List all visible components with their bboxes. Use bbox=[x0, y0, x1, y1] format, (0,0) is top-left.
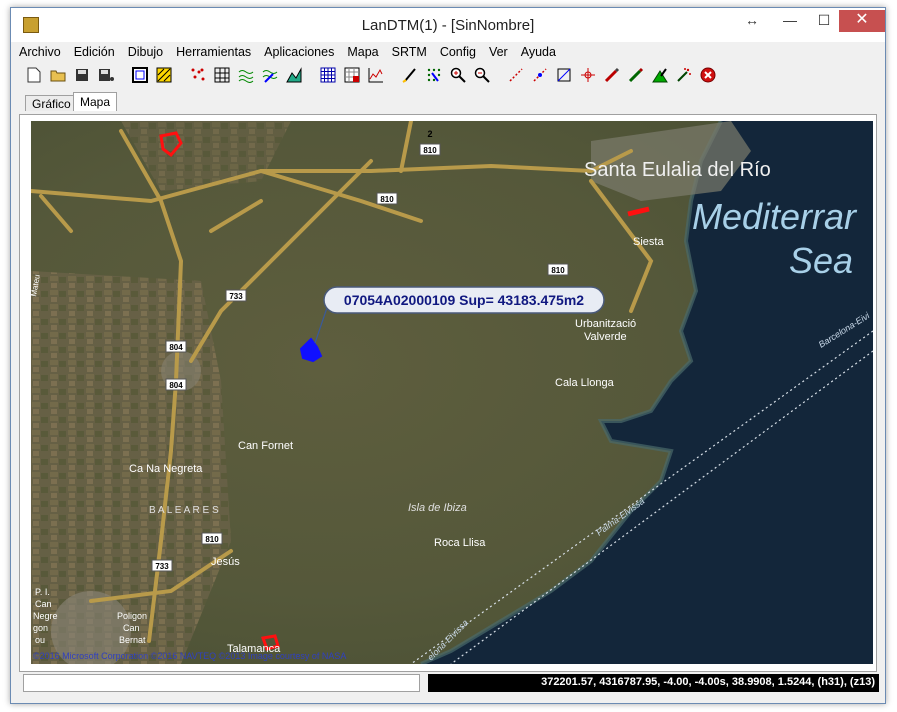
save-as-icon[interactable] bbox=[97, 66, 115, 84]
label-isla-ibiza: Isla de Ibiza bbox=[408, 502, 467, 514]
road-shield: 810 bbox=[380, 195, 394, 204]
label-siesta: Siesta bbox=[633, 236, 664, 248]
contours-edit-icon[interactable] bbox=[261, 66, 279, 84]
label-poligon: Poligon bbox=[117, 611, 147, 621]
label-roca-llisa: Roca Llisa bbox=[434, 537, 486, 549]
satellite-map[interactable]: 07054A02000109 Sup= 43183.475m2 810 810 … bbox=[31, 121, 873, 664]
label-can: Can bbox=[35, 599, 52, 609]
menu-edicion[interactable]: Edición bbox=[74, 45, 115, 59]
zoom-out-icon[interactable] bbox=[473, 66, 491, 84]
menu-bar: Archivo Edición Dibujo Herramientas Apli… bbox=[11, 42, 885, 62]
new-file-icon[interactable] bbox=[25, 66, 43, 84]
dots-grid-icon[interactable] bbox=[425, 66, 443, 84]
label-pi: P. I. bbox=[35, 587, 50, 597]
crop-icon[interactable] bbox=[555, 66, 573, 84]
label-negre: Negre bbox=[33, 611, 58, 621]
measure-icon[interactable] bbox=[507, 66, 525, 84]
profile-icon[interactable] bbox=[367, 66, 385, 84]
close-button[interactable]: ✕ bbox=[839, 10, 885, 32]
parcel-callout-text: 07054A02000109 Sup= 43183.475m2 bbox=[344, 292, 584, 308]
resize-button[interactable]: ↔ bbox=[737, 10, 767, 32]
status-bar: 372201.57, 4316787.95, -4.00, -4.00s, 38… bbox=[23, 674, 879, 692]
app-window: LanDTM(1) - [SinNombre] ↔ — ☐ ✕ Archivo … bbox=[10, 7, 886, 704]
open-folder-icon[interactable] bbox=[49, 66, 67, 84]
hatch-icon[interactable] bbox=[155, 66, 173, 84]
menu-srtm[interactable]: SRTM bbox=[392, 45, 427, 59]
measure-point-icon[interactable] bbox=[531, 66, 549, 84]
draw-pen-icon[interactable] bbox=[401, 66, 419, 84]
magic-icon[interactable] bbox=[675, 66, 693, 84]
tab-mapa[interactable]: Mapa bbox=[73, 92, 118, 111]
grid-icon[interactable] bbox=[319, 66, 337, 84]
label-gon: gon bbox=[33, 623, 48, 633]
triangle-fill-icon[interactable] bbox=[651, 66, 669, 84]
zoom-in-icon[interactable] bbox=[449, 66, 467, 84]
menu-ayuda[interactable]: Ayuda bbox=[521, 45, 556, 59]
map-copyright: ©2016 Microsoft Corporation ©2016 NAVTEQ… bbox=[33, 651, 346, 661]
edit-grid-icon[interactable] bbox=[213, 66, 231, 84]
road-shield: 804 bbox=[169, 343, 183, 352]
menu-archivo[interactable]: Archivo bbox=[19, 45, 61, 59]
label-ca-na-negreta: Ca Na Negreta bbox=[129, 463, 203, 475]
label-urbanitzacio: Urbanització bbox=[575, 318, 636, 330]
menu-aplicaciones[interactable]: Aplicaciones bbox=[264, 45, 334, 59]
brush-icon[interactable] bbox=[627, 66, 645, 84]
grid-edit-icon[interactable] bbox=[343, 66, 361, 84]
road-shield: 804 bbox=[169, 381, 183, 390]
road-shield: 733 bbox=[229, 292, 243, 301]
menu-herramientas[interactable]: Herramientas bbox=[176, 45, 251, 59]
road-shield: 733 bbox=[155, 562, 169, 571]
label-jesus: Jesús bbox=[211, 556, 240, 568]
menu-ver[interactable]: Ver bbox=[489, 45, 508, 59]
menu-mapa[interactable]: Mapa bbox=[347, 45, 378, 59]
save-icon[interactable] bbox=[73, 66, 91, 84]
toolbar bbox=[11, 62, 885, 88]
tab-grafico[interactable]: Gráfico bbox=[25, 95, 78, 111]
contours-icon[interactable] bbox=[237, 66, 255, 84]
menu-config[interactable]: Config bbox=[440, 45, 476, 59]
label-valverde: Valverde bbox=[584, 331, 627, 343]
minimize-button[interactable]: — bbox=[775, 10, 805, 32]
label-bernat: Bernat bbox=[119, 635, 146, 645]
stop-icon[interactable] bbox=[699, 66, 717, 84]
status-message bbox=[23, 674, 420, 692]
tab-strip: Gráfico Mapa bbox=[11, 88, 885, 111]
terrain-icon[interactable] bbox=[285, 66, 303, 84]
road-shield: 810 bbox=[551, 266, 565, 275]
label-sea-2: Sea bbox=[789, 240, 853, 281]
label-ou: ou bbox=[35, 635, 45, 645]
road-shield: 810 bbox=[205, 535, 219, 544]
points-icon[interactable] bbox=[189, 66, 207, 84]
pencil-icon[interactable] bbox=[603, 66, 621, 84]
label-cala-llonga: Cala Llonga bbox=[555, 377, 615, 389]
frame-icon[interactable] bbox=[131, 66, 149, 84]
label-baleares: B A L E A R E S bbox=[149, 505, 219, 516]
label-poligon-can: Can bbox=[123, 623, 140, 633]
road-shield: 2 bbox=[427, 129, 432, 139]
label-can-fornet: Can Fornet bbox=[238, 440, 293, 452]
menu-dibujo[interactable]: Dibujo bbox=[128, 45, 163, 59]
coordinates-readout: 372201.57, 4316787.95, -4.00, -4.00s, 38… bbox=[428, 674, 879, 692]
map-panel: 07054A02000109 Sup= 43183.475m2 810 810 … bbox=[19, 114, 877, 672]
maximize-button[interactable]: ☐ bbox=[809, 10, 839, 32]
label-sea-1: Mediterrar bbox=[692, 196, 858, 237]
road-shield: 810 bbox=[423, 146, 437, 155]
target-icon[interactable] bbox=[579, 66, 597, 84]
title-bar[interactable]: LanDTM(1) - [SinNombre] ↔ — ☐ ✕ bbox=[11, 8, 885, 42]
label-santa-eulalia: Santa Eulalia del Río bbox=[584, 159, 771, 181]
